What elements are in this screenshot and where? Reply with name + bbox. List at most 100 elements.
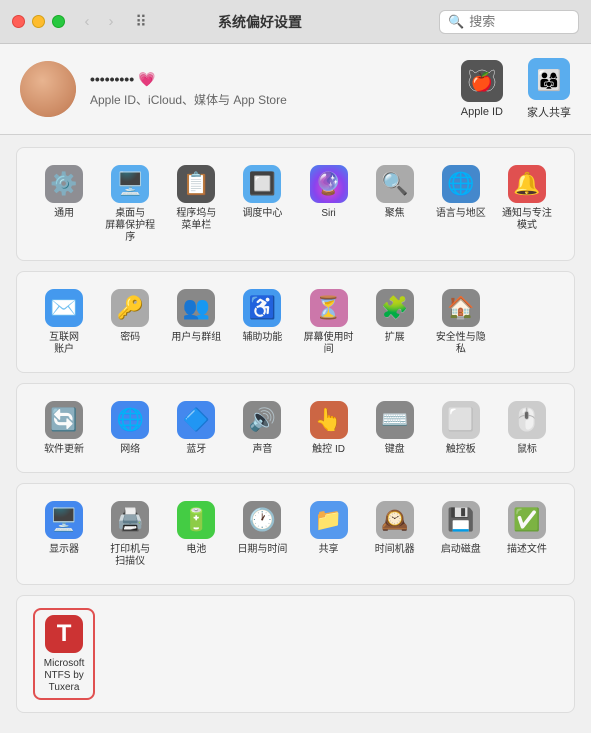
pref-item-keyboard[interactable]: ⌨️键盘 — [364, 396, 426, 460]
pref-item-startup[interactable]: 💾启动磁盘 — [430, 496, 492, 572]
section-3: 🖥️显示器 🖨️ 打印机与 扫描仪 🔋 电池 🕐日期与时间📁共享🕰️时间机器💾启动磁盘 ✅ 描… — [16, 483, 575, 585]
pref-grid-2: 🔄软件更新 🌐 网络 🔷 蓝牙 🔊声音👆触控 ID⌨️键盘 ⬜ 触控板 🖱️ 鼠标 — [33, 396, 558, 460]
profile-subtitle: Apple ID、iCloud、媒体与 App Store — [90, 91, 287, 108]
screentime-label: 屏幕使用时间 — [300, 332, 358, 356]
display-icon: 🖥️ — [44, 500, 84, 540]
pref-item-ntfs[interactable]: TMicrosoft NTFS by Tuxera — [33, 608, 95, 700]
family-icon: 👨‍👩‍👧 — [528, 58, 570, 100]
security-label: 安全性与隐私 — [432, 332, 490, 356]
pref-item-dock[interactable]: 📋 程序坞与 菜单栏 — [165, 160, 227, 248]
pref-item-sharing[interactable]: 📁共享 — [298, 496, 360, 572]
profile-section: ••••••••• 💗 Apple ID、iCloud、媒体与 App Stor… — [0, 44, 591, 135]
pref-item-security[interactable]: 🏠安全性与隐私 — [430, 284, 492, 360]
general-icon: ⚙️ — [44, 164, 84, 204]
pref-item-desktop[interactable]: 🖥️桌面与 屏幕保护程序 — [99, 160, 161, 248]
profile-actions:  🍎 Apple ID 👨‍👩‍👧 家人共享 — [461, 58, 571, 120]
family-sharing-action[interactable]: 👨‍👩‍👧 家人共享 — [527, 58, 571, 120]
dock-label: 程序坞与 菜单栏 — [176, 208, 216, 232]
pref-item-printer[interactable]: 🖨️ 打印机与 扫描仪 — [99, 496, 161, 572]
pref-item-touchid[interactable]: 👆触控 ID — [298, 396, 360, 460]
mouse-icon: 🖱️ — [507, 400, 547, 440]
pref-item-accessibility[interactable]: ♿ 辅助功能 — [231, 284, 293, 360]
pref-item-screentime[interactable]: ⏳屏幕使用时间 — [298, 284, 360, 360]
apple-id-icon:  🍎 — [461, 60, 503, 102]
main-content: ⚙️通用🖥️桌面与 屏幕保护程序📋程序坞与 菜单栏🔲调度中心🔮Siri🔍聚焦🌐语… — [0, 135, 591, 733]
pref-item-software[interactable]: 🔄软件更新 — [33, 396, 95, 460]
trackpad-icon: ⬜ — [441, 400, 481, 440]
pref-item-mouse[interactable]: 🖱️ 鼠标 — [496, 396, 558, 460]
titlebar: ‹ › ⠿ 系统偏好设置 🔍 — [0, 0, 591, 44]
pref-item-spotlight[interactable]: 🔍 聚焦 — [364, 160, 426, 248]
section-4: TMicrosoft NTFS by Tuxera — [16, 595, 575, 713]
accessibility-label: 辅助功能 — [242, 332, 282, 344]
pref-item-bluetooth[interactable]: 🔷 蓝牙 — [165, 396, 227, 460]
sharing-icon: 📁 — [309, 500, 349, 540]
apple-id-label: Apple ID — [461, 106, 503, 118]
software-icon: 🔄 — [44, 400, 84, 440]
spotlight-icon: 🔍 — [375, 164, 415, 204]
pref-item-empty1[interactable] — [496, 284, 558, 360]
pref-item-extensions[interactable]: 🧩扩展 — [364, 284, 426, 360]
spotlight-label: 聚焦 — [385, 208, 405, 220]
pref-item-password[interactable]: 🔑密码 — [99, 284, 161, 360]
pref-item-battery[interactable]: 🔋 电池 — [165, 496, 227, 572]
pref-item-users[interactable]: 👥 用户与群组 — [165, 284, 227, 360]
pref-item-siri[interactable]: 🔮Siri — [298, 160, 360, 248]
pref-item-internet[interactable]: ✉️互联网 账户 — [33, 284, 95, 360]
empty1-icon — [507, 288, 547, 328]
pref-item-sound[interactable]: 🔊声音 — [231, 396, 293, 460]
bluetooth-icon: 🔷 — [176, 400, 216, 440]
profiles-label: 描述文件 — [507, 544, 547, 556]
mission-icon: 🔲 — [242, 164, 282, 204]
accessibility-icon: ♿ — [242, 288, 282, 328]
battery-label: 电池 — [186, 544, 206, 556]
keyboard-icon: ⌨️ — [375, 400, 415, 440]
bluetooth-label: 蓝牙 — [186, 444, 206, 456]
profiles-icon: ✅ — [507, 500, 547, 540]
pref-item-notification[interactable]: 🔔通知与专注模式 — [496, 160, 558, 248]
battery-icon: 🔋 — [176, 500, 216, 540]
users-icon: 👥 — [176, 288, 216, 328]
apple-id-action[interactable]:  🍎 Apple ID — [461, 60, 503, 118]
network-icon: 🌐 — [110, 400, 150, 440]
password-icon: 🔑 — [110, 288, 150, 328]
sound-icon: 🔊 — [242, 400, 282, 440]
touchid-icon: 👆 — [309, 400, 349, 440]
startup-label: 启动磁盘 — [441, 544, 481, 556]
section-0: ⚙️ 通用 🖥️桌面与 屏幕保护程序 📋 程序坞与 菜单栏 🔲调度中心🔮Siri 🔍 聚焦 🌐语… — [16, 147, 575, 261]
pref-item-datetime[interactable]: 🕐日期与时间 — [231, 496, 293, 572]
search-box[interactable]: 🔍 — [439, 10, 579, 34]
users-label: 用户与群组 — [171, 332, 221, 344]
trackpad-label: 触控板 — [446, 444, 476, 456]
pref-item-general[interactable]: ⚙️ 通用 — [33, 160, 95, 248]
network-label: 网络 — [120, 444, 140, 456]
close-button[interactable] — [12, 15, 25, 28]
avatar[interactable] — [20, 61, 76, 117]
minimize-button[interactable] — [32, 15, 45, 28]
siri-icon: 🔮 — [309, 164, 349, 204]
maximize-button[interactable] — [52, 15, 65, 28]
avatar-face — [20, 61, 76, 117]
pref-item-trackpad[interactable]: ⬜ 触控板 — [430, 396, 492, 460]
language-label: 语言与地区 — [436, 208, 486, 220]
dock-icon: 📋 — [176, 164, 216, 204]
printer-label: 打印机与 扫描仪 — [110, 544, 150, 568]
mouse-label: 鼠标 — [517, 444, 537, 456]
pref-item-display[interactable]: 🖥️显示器 — [33, 496, 95, 572]
printer-icon: 🖨️ — [110, 500, 150, 540]
pref-item-network[interactable]: 🌐 网络 — [99, 396, 161, 460]
profile-info: ••••••••• 💗 Apple ID、iCloud、媒体与 App Stor… — [90, 71, 287, 108]
notification-label: 通知与专注模式 — [498, 208, 556, 232]
svg-text:🍎: 🍎 — [471, 71, 493, 92]
general-label: 通用 — [54, 208, 74, 220]
search-input[interactable] — [469, 14, 570, 29]
pref-item-timemachine[interactable]: 🕰️时间机器 — [364, 496, 426, 572]
ntfs-label: Microsoft NTFS by Tuxera — [37, 658, 91, 694]
pref-item-language[interactable]: 🌐语言与地区 — [430, 160, 492, 248]
pref-grid-0: ⚙️ 通用 🖥️桌面与 屏幕保护程序 📋 程序坞与 菜单栏 🔲调度中心🔮Siri 🔍 聚焦 🌐语… — [33, 160, 558, 248]
pref-grid-1: ✉️互联网 账户🔑密码 👥 用户与群组 ♿ 辅助功能 ⏳屏幕使用时间🧩扩展🏠安全性与隐私 — [33, 284, 558, 360]
pref-item-profiles[interactable]: ✅ 描述文件 — [496, 496, 558, 572]
pref-item-mission[interactable]: 🔲调度中心 — [231, 160, 293, 248]
profile-left: ••••••••• 💗 Apple ID、iCloud、媒体与 App Stor… — [20, 61, 287, 117]
search-icon: 🔍 — [448, 14, 464, 30]
